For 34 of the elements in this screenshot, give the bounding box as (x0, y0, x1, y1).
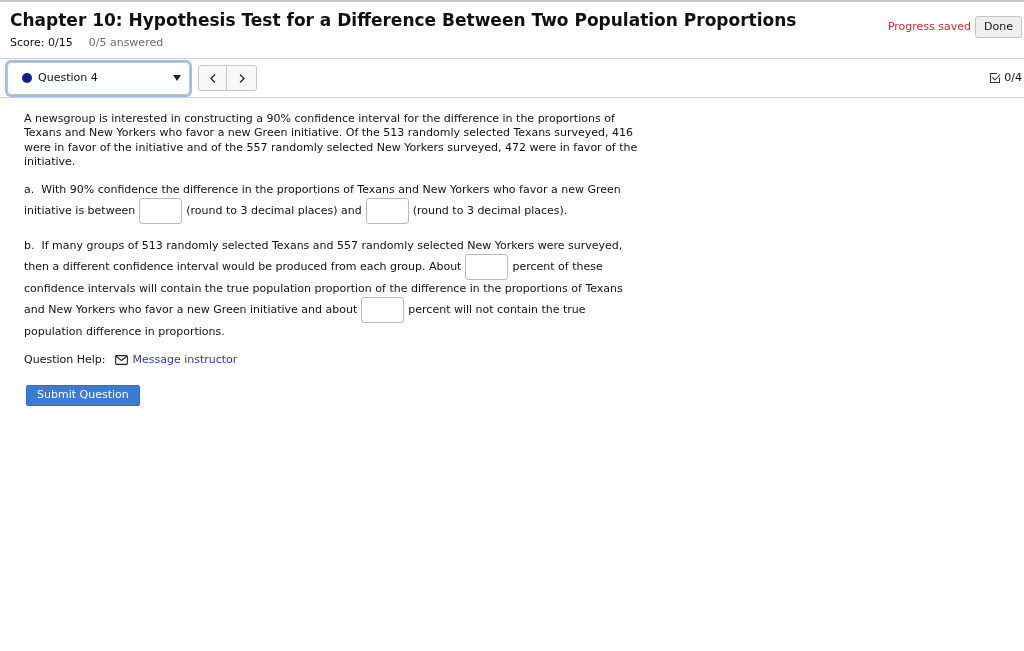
mail-icon (115, 354, 129, 365)
question-text: (round to 3 decimal places). (412, 203, 568, 220)
progress-count: 0/4 (1004, 69, 1022, 86)
question-text: confidence intervals will contain the true population proportion of the difference in the proportions of Texans (24, 280, 623, 297)
answer-box[interactable] (465, 254, 509, 281)
chevron-left-icon (209, 73, 216, 83)
part-label: b. (24, 237, 35, 254)
question-text: and New Yorkers who favor a new Green initiative and about (24, 302, 358, 319)
message-instructor-link[interactable]: Message instructor (132, 351, 238, 369)
question-text: (round to 3 decimal places) and (186, 203, 362, 220)
checked-box-icon (989, 72, 1002, 84)
question-text: population difference in proportions. (24, 323, 225, 340)
answer-box[interactable] (361, 297, 405, 324)
question-selector[interactable]: Question 4 (7, 61, 190, 95)
question-text: If many groups of 513 randomly selected Texans and 557 randomly selected New Yorkers were surveyed, (41, 237, 623, 254)
question-text: initiative is between (24, 203, 136, 220)
done-button[interactable]: Done (975, 16, 1022, 38)
caret-icon (173, 75, 181, 81)
score-text: Score: 0/15 (10, 36, 73, 50)
answered-count: 0/5 answered (88, 36, 164, 50)
answer-box[interactable] (365, 198, 409, 225)
dot-icon (22, 73, 32, 83)
answer-box[interactable] (139, 198, 183, 225)
question-text: percent of these (512, 259, 603, 276)
submit-button[interactable]: Submit Question (26, 385, 140, 407)
save-status: Progress saved (887, 18, 972, 35)
question-text: then a different confidence interval would be produced from each group. About (24, 259, 462, 276)
question-text: percent will not contain the true (408, 302, 586, 319)
help-label: Question Help: (24, 351, 106, 368)
question-intro: A newsgroup is interested in constructing a 90% confidence interval for the difference in the proportions of Texans and New Yorkers who favor a new Green initiative. Of the 513 randomly selected Texans surveyed, 416 were in favor of the initiative and of the 557 randomly selected New Yorkers surveyed, 472 were in favor of the initiative. (24, 112, 639, 170)
part-label: a. (24, 181, 35, 198)
chevron-right-icon (238, 73, 245, 83)
question-text: With 90% confidence the difference in the proportions of Texans and New Yorkers who favor a new Green (41, 181, 621, 198)
page-title: Chapter 10: Hypothesis Test for a Difference Between Two Population Proportions (10, 9, 797, 31)
